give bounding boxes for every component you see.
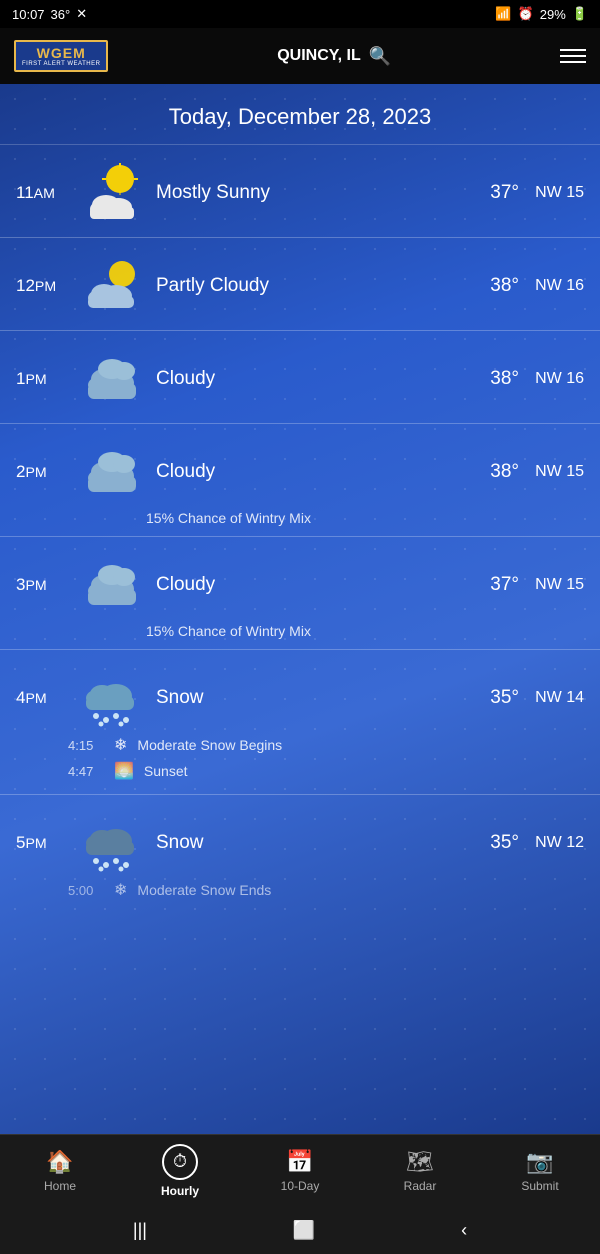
icon-mostly-sunny [78,159,146,227]
temp-4pm: 35° [459,687,519,709]
condition-11am: Mostly Sunny [156,182,449,204]
wind-4pm: NW 14 [529,689,584,707]
wind-3pm: NW 15 [529,576,584,594]
temp-5pm: 35° [459,832,519,854]
tab-home-label: Home [44,1179,76,1193]
weather-row-1pm: 1PM Cloudy 38° NW 16 [0,331,600,424]
weather-row-12pm: 12PM Partly Cloudy 38° NW 16 [0,238,600,331]
temp-3pm: 37° [459,574,519,596]
weather-row-3pm: 3PM Cloudy 37° NW 15 15% Chance of Wintr… [0,537,600,650]
weather-row-11am: 11AM Mostly Sunny 37° [0,145,600,238]
wind-12pm: NW 16 [529,277,584,295]
search-icon[interactable]: 🔍 [369,46,391,67]
time-2pm: 2PM [16,462,68,482]
status-time: 10:07 [12,7,45,22]
date-header: Today, December 28, 2023 [0,84,600,145]
status-icon-x: ✕ [76,6,87,22]
android-nav: ||| ⬜ ‹ [0,1206,600,1254]
weather-row-2pm: 2PM Cloudy 38° NW 15 15% Chance of Wintr… [0,424,600,537]
logo-wgem: WGEM [37,45,86,61]
logo: WGEM FIRST ALERT WEATHER [14,40,108,72]
tab-submit-label: Submit [521,1179,558,1193]
logo-subtitle: FIRST ALERT WEATHER [22,61,100,67]
wind-2pm: NW 15 [529,463,584,481]
hourly-clock-icon: ⏱ [162,1144,198,1180]
top-nav: WGEM FIRST ALERT WEATHER QUINCY, IL 🔍 [0,28,600,84]
condition-1pm: Cloudy [156,368,449,390]
android-home-icon[interactable]: ⬜ [293,1220,315,1241]
icon-cloudy-3pm [78,551,146,619]
temp-11am: 37° [459,182,519,204]
wind-11am: NW 15 [529,184,584,202]
radar-icon: 🗺 [406,1149,434,1175]
temp-1pm: 38° [459,368,519,390]
icon-cloudy-1pm [78,345,146,413]
tab-bar: 🏠 Home ⏱ Hourly 📅 10-Day 🗺 Radar 📷 Submi… [0,1134,600,1206]
condition-12pm: Partly Cloudy [156,275,449,297]
condition-3pm: Cloudy [156,574,449,596]
icon-snow-5pm [78,809,146,877]
weather-row-4pm: 4PM Snow 35° NW 14 [0,650,600,795]
tab-hourly-label: Hourly [161,1184,199,1198]
camera-icon: 📷 [526,1149,553,1175]
calendar-icon: 📅 [286,1149,313,1175]
time-4pm: 4PM [16,688,68,708]
tab-radar[interactable]: 🗺 Radar [360,1135,480,1206]
temp-2pm: 38° [459,461,519,483]
icon-partly-cloudy [78,252,146,320]
tab-home[interactable]: 🏠 Home [0,1135,120,1206]
hamburger-menu[interactable] [560,49,586,63]
location-text: QUINCY, IL [277,47,361,65]
wind-5pm: NW 12 [529,834,584,852]
weather-row-5pm: 5PM Snow 35° NW 12 [0,795,600,905]
home-icon: 🏠 [46,1149,73,1175]
tab-hourly[interactable]: ⏱ Hourly [120,1135,240,1206]
tab-10day[interactable]: 📅 10-Day [240,1135,360,1206]
temp-12pm: 38° [459,275,519,297]
time-3pm: 3PM [16,575,68,595]
battery-icon: 🔋 [572,6,588,22]
tab-radar-label: Radar [404,1179,437,1193]
android-recents-icon[interactable]: ‹ [461,1220,467,1241]
condition-4pm: Snow [156,687,449,709]
tab-10day-label: 10-Day [281,1179,320,1193]
time-11am: 11AM [16,183,68,203]
events-4pm: 4:15 ❄ Moderate Snow Begins 4:47 🌅 Sunse… [16,732,584,784]
sub-info-3pm: 15% Chance of Wintry Mix [16,623,584,639]
wind-1pm: NW 16 [529,370,584,388]
time-5pm: 5PM [16,833,68,853]
status-bar: 10:07 36° ✕ 📶 ⏰ 29% 🔋 [0,0,600,28]
wifi-icon: 📶 [495,6,511,22]
condition-5pm: Snow [156,832,449,854]
tab-submit[interactable]: 📷 Submit [480,1135,600,1206]
time-12pm: 12PM [16,276,68,296]
icon-cloudy-2pm [78,438,146,506]
main-content: Today, December 28, 2023 11AM [0,84,600,1134]
status-temp: 36° [51,7,71,22]
icon-snow-4pm [78,664,146,732]
nav-location: QUINCY, IL 🔍 [277,46,391,67]
alarm-icon: ⏰ [518,6,534,22]
sub-info-2pm: 15% Chance of Wintry Mix [16,510,584,526]
android-back-icon[interactable]: ||| [133,1220,147,1241]
battery-level: 29% [540,7,566,22]
time-1pm: 1PM [16,369,68,389]
condition-2pm: Cloudy [156,461,449,483]
